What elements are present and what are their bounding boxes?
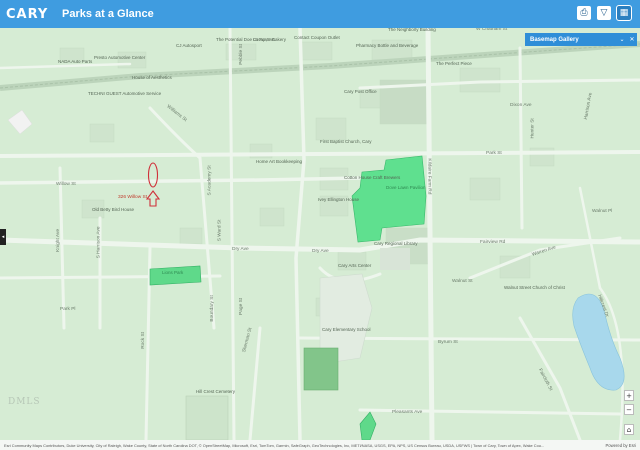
zoom-out-button[interactable]: − [624, 404, 634, 415]
place-label: Presto Automotive Center [94, 55, 146, 60]
home-button[interactable]: ⌂ [624, 424, 634, 435]
place-label: Ivey Ellington House [318, 197, 360, 202]
attribution-text: Esri Community Maps Contributors, Duke U… [4, 442, 545, 448]
road-label: Byrum St [438, 340, 458, 345]
basemap-gallery-panel: Basemap Gallery ⌄ ✕ [525, 33, 637, 46]
place-label: NADA Auto Parts [58, 59, 93, 64]
marker-ellipse [147, 162, 159, 188]
powered-by-link[interactable]: Powered by Esri [606, 443, 640, 448]
place-label: House of Aesthetics [132, 75, 172, 80]
attribution-bar: Esri Community Maps Contributors, Duke U… [0, 440, 640, 450]
filter-icon[interactable]: ▽ [597, 6, 611, 20]
road-label: Willow St [56, 182, 76, 187]
road-label: Dry Ave [232, 247, 249, 252]
place-label: Old Betty Bird House [92, 207, 135, 212]
place-label: Cary Elementary School [322, 327, 371, 332]
road-label: Fairview Rd [480, 240, 506, 245]
place-label: TECHNI GUEST Automotive Service [88, 91, 162, 96]
road-label: S Ward St [217, 219, 223, 242]
park-polygon-south [359, 411, 377, 440]
road-label: S Academy St [207, 165, 213, 196]
road-label: Knight Ave [56, 228, 62, 252]
place-label: Walnut Street Church of Christ [504, 285, 565, 290]
park-label: Lions Park [162, 270, 184, 275]
road-label: Dixon Ave [510, 103, 532, 108]
place-label: La Fonte Bakery [253, 37, 287, 42]
marker-address-label: 326 Willow St [118, 195, 148, 200]
map-view[interactable]: NADA Auto Parts Presto Automotive Center… [0, 28, 640, 440]
road-label: Park St [486, 151, 502, 156]
minimize-icon[interactable]: ⌄ [617, 36, 627, 43]
place-label: Contact Coupon Outlet [294, 35, 340, 40]
road-label: Walnut Pl [592, 209, 613, 214]
park-polygon-west [149, 265, 202, 286]
road-label: Kildaire Farm Rd [426, 158, 432, 195]
place-label: The Perfect Piece [436, 61, 472, 66]
road-label: Rock St [141, 332, 146, 349]
place-label: CJ Autosport [176, 43, 202, 48]
place-label: Cotton House Craft Brewers [344, 175, 401, 180]
app-header: CARY Parks at a Glance ⎙ ▽ ▦ [0, 0, 640, 28]
place-label: Cary Regional Library [374, 241, 418, 246]
zoom-in-button[interactable]: + [624, 390, 634, 401]
place-label: The Neighborly Building [388, 28, 436, 32]
place-label: Home Art Bookkeeping [256, 159, 303, 164]
basemap-gallery-icon[interactable]: ▦ [616, 5, 632, 21]
cary-logo: CARY [6, 6, 49, 22]
road-label: W Chatham St [476, 28, 508, 32]
pond [572, 293, 625, 391]
road-label: Park Pl [60, 307, 76, 312]
cemetery-area [185, 395, 229, 440]
side-panel-toggle[interactable]: ◂ [0, 229, 6, 245]
road-label: Dry Ave [312, 249, 329, 254]
app-title: Parks at a Glance [62, 8, 154, 20]
print-icon[interactable]: ⎙ [577, 6, 591, 20]
place-label: Cary Post Office [344, 89, 377, 94]
place-label: First Baptist Church, Cary [320, 139, 372, 144]
park-label: Dove Lawn Pavilion [386, 185, 426, 190]
close-icon[interactable]: ✕ [627, 36, 637, 43]
road-label: Walnut St [452, 279, 473, 284]
road-label: Hunter St [530, 118, 536, 139]
watermark-text: DMLS [8, 397, 41, 407]
place-label: Hill Crest Cemetery [196, 389, 236, 394]
marker-arrow [145, 190, 161, 207]
road-label: Page St [239, 297, 245, 315]
road-label: Pebble St [239, 43, 245, 65]
road-label: Pleasants Ave [392, 410, 423, 415]
place-label: Pharmacy Bottle and Beverage [356, 43, 419, 48]
athletic-field [303, 347, 339, 391]
road-label: S Harrison Ave [96, 226, 102, 259]
road-label: Boundary St [209, 295, 215, 322]
basemap-gallery-title: Basemap Gallery [530, 36, 579, 43]
place-label: Cary Arts Center [338, 263, 372, 268]
